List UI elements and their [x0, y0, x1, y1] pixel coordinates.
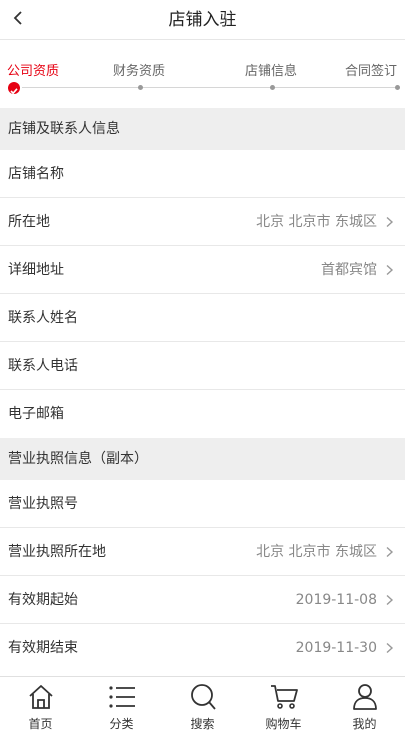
tab-search[interactable]: 搜索 [162, 677, 243, 732]
tab-label: 首页 [28, 717, 53, 731]
row-label: 有效期起始 [8, 592, 78, 608]
bottom-tab-bar: 首页 分类 搜索 购物车 我的 [0, 676, 405, 732]
row-value: 北京 北京市 东城区 [256, 544, 377, 560]
progress-steps: 公司资质 财务资质 店铺信息 合同签订 [0, 40, 405, 108]
tab-home[interactable]: 首页 [0, 677, 81, 732]
step-dot [138, 85, 143, 90]
tab-label: 搜索 [190, 717, 215, 731]
progress-line [22, 87, 398, 88]
step-check-icon [8, 82, 20, 95]
search-icon [190, 684, 216, 710]
tab-cart[interactable]: 购物车 [243, 677, 324, 732]
step-dot [270, 85, 275, 90]
row-value: 首都宾馆 [321, 262, 377, 278]
form-row-valid-from[interactable]: 有效期起始 2019-11-08 [0, 576, 405, 624]
chevron-right-icon [386, 642, 394, 654]
row-value: 2019-11-08 [295, 592, 377, 608]
step-store-info: 店铺信息 [245, 64, 298, 79]
form-row-valid-until[interactable]: 有效期结束 2019-11-30 [0, 624, 405, 672]
chevron-right-icon [386, 264, 394, 276]
row-label: 所在地 [8, 214, 50, 230]
row-value: 2019-11-30 [295, 640, 377, 656]
form-row-address[interactable]: 详细地址 首都宾馆 [0, 246, 405, 294]
cart-icon [270, 685, 298, 709]
section-header-business-license: 营业执照信息（副本） [0, 438, 405, 480]
chevron-right-icon [386, 216, 394, 228]
tab-label: 我的 [352, 717, 377, 731]
row-label: 详细地址 [8, 262, 64, 278]
form-row-location[interactable]: 所在地 北京 北京市 东城区 [0, 198, 405, 246]
section-header-store-contact: 店铺及联系人信息 [0, 108, 405, 150]
tab-label: 购物车 [265, 717, 302, 731]
row-label: 联系人电话 [8, 358, 78, 374]
row-label: 营业执照号 [8, 496, 78, 512]
tab-label: 分类 [109, 717, 134, 731]
step-company-qualification: 公司资质 [7, 64, 60, 79]
chevron-right-icon [386, 594, 394, 606]
home-icon [28, 685, 53, 709]
chevron-right-icon [386, 546, 394, 558]
row-label: 营业执照所在地 [8, 544, 106, 560]
form-row-license-number[interactable]: 营业执照号 [0, 480, 405, 528]
form-row-store-name[interactable]: 店铺名称 [0, 150, 405, 198]
user-icon [352, 684, 377, 710]
step-dot [395, 85, 400, 90]
form-row-license-location[interactable]: 营业执照所在地 北京 北京市 东城区 [0, 528, 405, 576]
page-title: 店铺入驻 [168, 10, 237, 30]
step-contract-signing: 合同签订 [345, 64, 398, 79]
form-row-contact-phone[interactable]: 联系人电话 [0, 342, 405, 390]
form-row-contact-name[interactable]: 联系人姓名 [0, 294, 405, 342]
row-label: 电子邮箱 [8, 406, 64, 422]
row-label: 店铺名称 [8, 166, 64, 182]
list-icon [108, 686, 135, 708]
tab-profile[interactable]: 我的 [324, 677, 405, 732]
form-row-email[interactable]: 电子邮箱 [0, 390, 405, 438]
row-label: 联系人姓名 [8, 310, 78, 326]
step-finance-qualification: 财务资质 [113, 64, 166, 79]
row-value: 北京 北京市 东城区 [256, 214, 377, 230]
nav-header: 店铺入驻 [0, 0, 405, 40]
tab-category[interactable]: 分类 [81, 677, 162, 732]
row-label: 有效期结束 [8, 640, 78, 656]
